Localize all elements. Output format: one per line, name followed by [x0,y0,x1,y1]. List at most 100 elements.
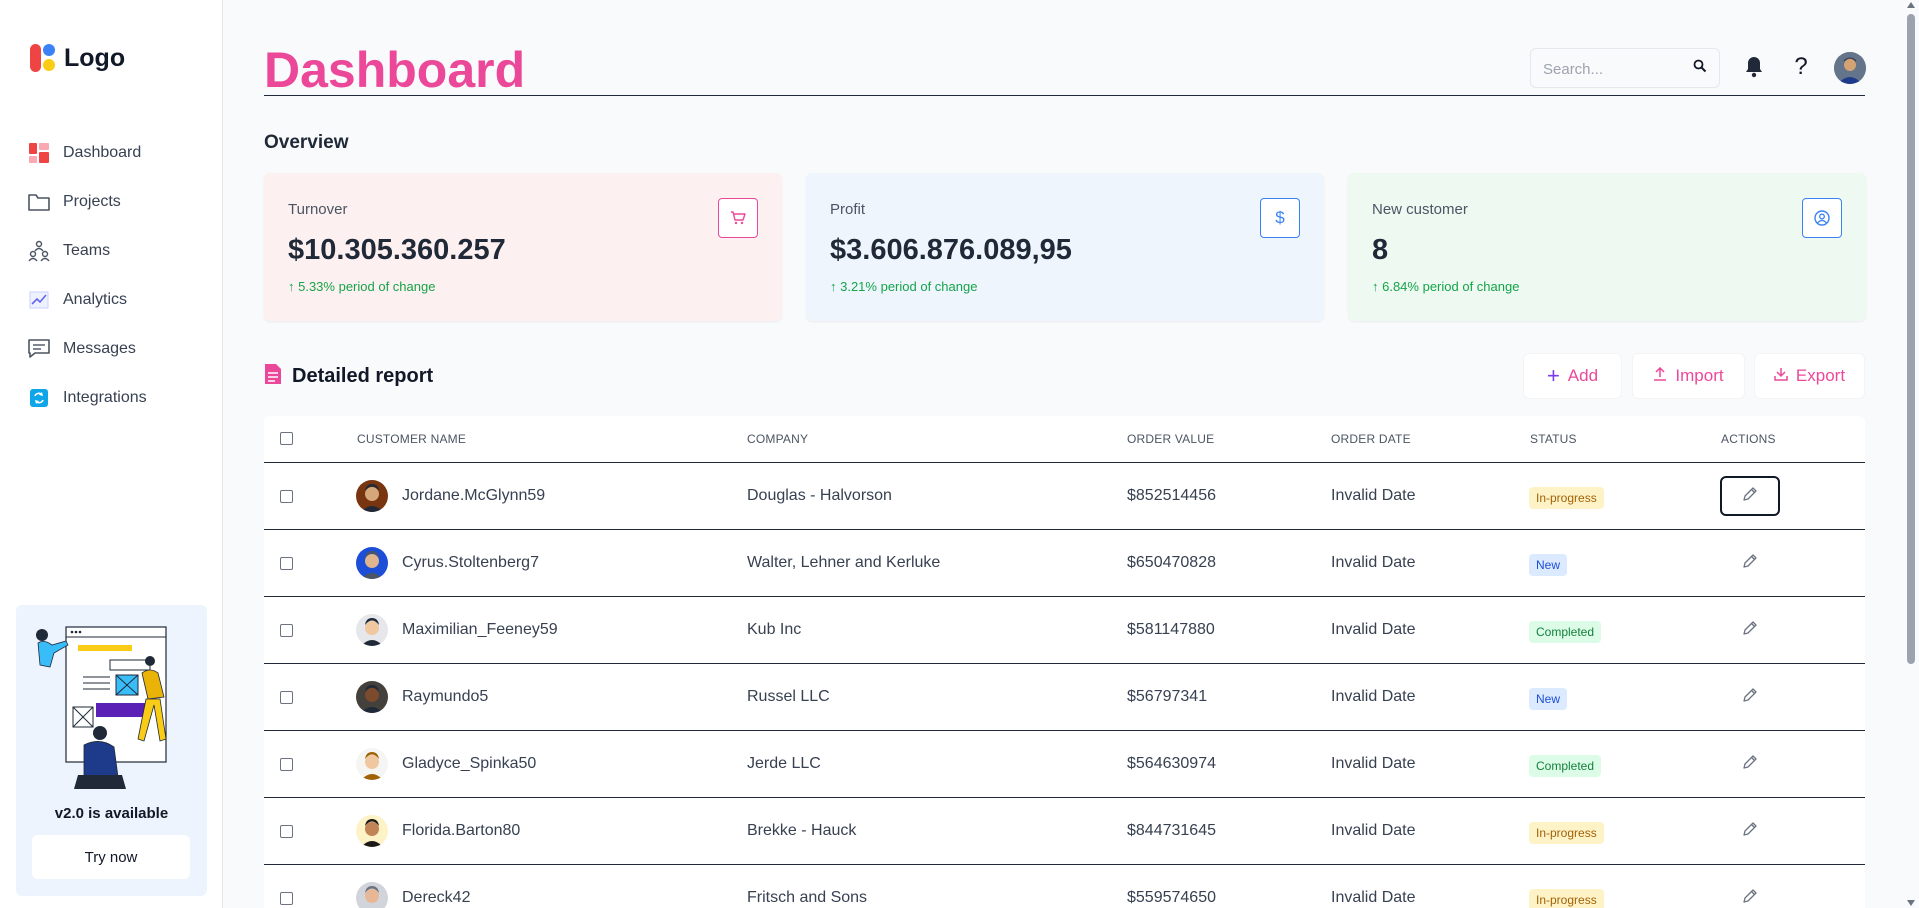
pencil-icon [1742,486,1758,507]
status-badge: Completed [1529,755,1602,777]
pencil-icon [1742,687,1758,708]
export-button[interactable]: Export [1754,353,1865,399]
cart-icon[interactable] [718,198,758,238]
page-title: Dashboard [264,42,526,98]
logo[interactable]: Logo [30,42,125,74]
customer-name: Cyrus.Stoltenberg7 [402,554,539,571]
table-row[interactable]: Florida.Barton80 Brekke - Hauck $844731645… [264,798,1865,865]
customer-avatar [356,480,388,512]
edit-button[interactable] [1720,677,1780,717]
sidebar-item-dashboard[interactable]: Dashboard [28,128,147,177]
add-button[interactable]: + Add [1523,353,1622,399]
card-label: Profit [830,201,866,218]
analytics-icon [28,289,50,311]
download-icon [1774,366,1788,386]
column-header-order-value[interactable]: ORDER VALUE [1127,432,1214,446]
customer-avatar [356,614,388,646]
edit-button[interactable] [1720,543,1780,583]
card-value: $3.606.876.089,95 [830,234,1072,266]
row-checkbox[interactable] [280,825,293,838]
sidebar-item-teams[interactable]: Teams [28,226,147,275]
pencil-icon [1742,888,1758,908]
sidebar-item-analytics[interactable]: Analytics [28,275,147,324]
order-date: Invalid Date [1331,487,1416,504]
row-checkbox[interactable] [280,490,293,503]
column-header-order-date[interactable]: ORDER DATE [1331,432,1411,446]
column-header-customer-name[interactable]: CUSTOMER NAME [357,432,466,446]
sidebar-item-messages[interactable]: Messages [28,324,147,373]
table-row[interactable]: Maximilian_Feeney59 Kub Inc $581147880 Inva… [264,597,1865,664]
pencil-icon [1742,553,1758,574]
customer-name: Dereck42 [402,889,471,906]
column-header-status[interactable]: STATUS [1530,432,1577,446]
sidebar-item-label: Messages [63,339,136,357]
edit-button[interactable] [1720,476,1780,516]
report-title: Detailed report [292,365,434,387]
teams-icon [28,240,50,262]
row-checkbox[interactable] [280,892,293,905]
order-date: Invalid Date [1331,889,1416,906]
status-badge: Completed [1529,621,1602,643]
edit-button[interactable] [1720,610,1780,650]
pencil-icon [1742,821,1758,842]
customer-name: Florida.Barton80 [402,822,521,839]
card-value: $10.305.360.257 [288,234,506,266]
order-value: $852514456 [1127,487,1216,504]
card-change: ↑ 5.33% period of change [288,279,436,294]
status-badge: In-progress [1529,822,1604,844]
sidebar-item-label: Projects [63,192,121,210]
select-all-checkbox[interactable] [280,432,293,445]
customer-name: Raymundo5 [402,688,489,705]
order-date: Invalid Date [1331,688,1416,705]
edit-button[interactable] [1720,811,1780,851]
plus-icon: + [1546,363,1560,388]
row-checkbox[interactable] [280,691,293,704]
user-circle-icon[interactable] [1802,198,1842,238]
order-date: Invalid Date [1331,621,1416,638]
column-header-actions: ACTIONS [1721,432,1776,446]
customer-avatar [356,547,388,579]
table-row[interactable]: Gladyce_Spinka50 Jerde LLC $564630974 Inval… [264,731,1865,798]
card-value: 8 [1372,234,1389,266]
table-row[interactable]: Jordane.McGlynn59 Douglas - Halvorson $852… [264,463,1865,530]
status-badge: In-progress [1529,487,1604,509]
table-row[interactable]: Cyrus.Stoltenberg7 Walter, Lehner and Ker… [264,530,1865,597]
order-value: $650470828 [1127,554,1216,571]
search-input[interactable] [1543,58,1683,80]
scroll-down-icon[interactable] [1907,900,1915,906]
order-value: $581147880 [1127,621,1215,638]
table-row[interactable]: Raymundo5 Russel LLC $56797341 Invalid Date… [264,664,1865,731]
scroll-up-icon[interactable] [1907,2,1915,8]
order-value: $564630974 [1127,755,1216,772]
report-header: Detailed report [264,363,433,390]
scrollbar-thumb[interactable] [1907,14,1915,664]
order-value: $559574650 [1127,889,1216,906]
import-button[interactable]: Import [1632,353,1745,399]
add-button-label: Add [1567,366,1599,385]
card-change: ↑ 3.21% period of change [830,279,978,294]
dollar-icon[interactable]: $ [1260,198,1300,238]
column-header-company[interactable]: COMPANY [747,432,808,446]
company-name: Kub Inc [747,621,802,638]
table-header: CUSTOMER NAME COMPANY ORDER VALUE ORDER … [264,416,1865,463]
notification-bell-icon[interactable] [1741,54,1767,80]
help-icon[interactable]: ? [1788,53,1814,80]
table-row[interactable]: Dereck42 Fritsch and Sons $559574650 Invali… [264,865,1865,908]
sidebar-item-label: Integrations [63,388,147,406]
order-value: $844731645 [1127,822,1216,839]
customer-name: Jordane.McGlynn59 [402,487,546,504]
user-avatar[interactable] [1834,52,1866,84]
sidebar-item-label: Dashboard [63,143,142,161]
search-icon[interactable] [1693,59,1707,78]
try-now-button[interactable]: Try now [32,835,190,879]
upload-icon [1653,366,1667,386]
edit-button[interactable] [1720,878,1780,908]
page-scrollbar[interactable] [1903,0,1919,908]
sidebar-item-projects[interactable]: Projects [28,177,147,226]
sidebar-item-integrations[interactable]: Integrations [28,373,147,422]
row-checkbox[interactable] [280,758,293,771]
row-checkbox[interactable] [280,624,293,637]
edit-button[interactable] [1720,744,1780,784]
card-change: ↑ 6.84% period of change [1372,279,1520,294]
row-checkbox[interactable] [280,557,293,570]
